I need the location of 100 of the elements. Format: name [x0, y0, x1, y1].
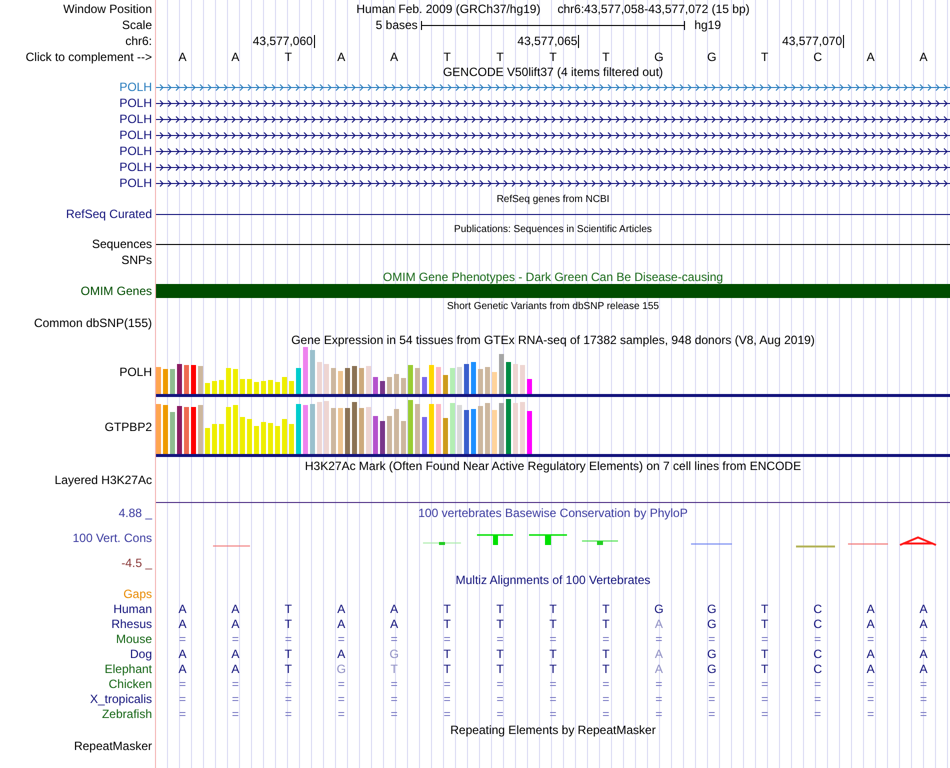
track-title: Multiz Alignments of 100 Vertebrates: [456, 573, 650, 587]
aligned-base: A: [654, 646, 663, 660]
aligned-base: =: [496, 632, 504, 646]
aligned-base: G: [336, 662, 346, 676]
gene-label[interactable]: POLH: [119, 160, 152, 174]
base-letter: G: [707, 50, 716, 64]
aligned-base: =: [390, 632, 398, 646]
gene-label[interactable]: GTPBP2: [104, 420, 152, 434]
track-label[interactable]: OMIM Genes: [80, 284, 152, 298]
aligned-base: A: [178, 616, 186, 630]
aligned-base: =: [284, 692, 292, 706]
complement-link[interactable]: Click to complement -->: [26, 50, 152, 64]
base-letter: G: [654, 50, 664, 64]
aligned-base: =: [338, 706, 345, 720]
track-label[interactable]: SNPs: [121, 252, 152, 266]
gene-label[interactable]: POLH: [119, 144, 152, 158]
aligned-base: C: [813, 662, 822, 676]
aligned-base: =: [602, 692, 610, 706]
aligned-base: T: [496, 602, 504, 616]
assembly-name: Human Feb. 2009 (GRCh37/hg19): [356, 2, 540, 16]
aligned-base: =: [549, 706, 556, 720]
aligned-base: =: [338, 632, 345, 646]
aligned-base: =: [284, 676, 292, 690]
base-letter: T: [549, 50, 557, 64]
gene-label[interactable]: POLH: [119, 128, 152, 142]
aligned-base: T: [602, 646, 610, 660]
base-letter: T: [496, 50, 504, 64]
aligned-base: =: [655, 706, 662, 720]
gene-label[interactable]: POLH: [119, 176, 152, 190]
species-label[interactable]: Chicken: [108, 676, 152, 690]
aligned-base: A: [390, 602, 398, 616]
aligned-base: T: [602, 602, 610, 616]
track-label[interactable]: Sequences: [92, 237, 152, 251]
aligned-base: =: [444, 632, 451, 646]
track-label[interactable]: RepeatMasker: [74, 738, 152, 752]
aligned-base: =: [390, 692, 398, 706]
aligned-base: =: [655, 632, 662, 646]
species-label[interactable]: Elephant: [104, 662, 152, 676]
species-label[interactable]: Dog: [130, 646, 152, 660]
species-label[interactable]: Mouse: [116, 632, 152, 646]
aligned-base: A: [390, 616, 398, 630]
aligned-base: =: [655, 692, 662, 706]
aligned-base: T: [549, 616, 557, 630]
aligned-base: =: [496, 676, 504, 690]
aligned-base: A: [231, 662, 240, 676]
gene-label[interactable]: POLH: [119, 96, 152, 110]
base-letter: A: [231, 50, 240, 64]
track-title: H3K27Ac Mark (Often Found Near Active Regulatory Elements) on 7 cell lines from ENCODE: [304, 459, 802, 473]
track-label[interactable]: Common dbSNP(155): [34, 316, 152, 330]
aligned-base: A: [231, 616, 240, 630]
conservation-score-mark: [477, 534, 513, 545]
aligned-base: =: [549, 632, 556, 646]
aligned-base: =: [602, 676, 610, 690]
aligned-base: =: [549, 676, 556, 690]
aligned-base: =: [867, 632, 874, 646]
aligned-base: T: [496, 646, 504, 660]
aligned-base: T: [761, 646, 768, 660]
aligned-base: =: [814, 632, 822, 646]
gene-label[interactable]: POLH: [119, 112, 152, 126]
aligned-base: T: [496, 662, 504, 676]
aligned-base: =: [867, 692, 874, 706]
aligned-base: T: [443, 646, 451, 660]
row-label: Scale: [122, 18, 152, 32]
aligned-base: A: [920, 616, 928, 630]
aligned-base: =: [708, 676, 716, 690]
track-title: GENCODE V50lift37 (4 items filtered out): [442, 65, 664, 79]
aligned-base: T: [284, 616, 292, 630]
gene-label[interactable]: POLH: [119, 365, 152, 379]
track-label[interactable]: 100 Vert. Cons: [72, 531, 152, 545]
species-label[interactable]: Human: [113, 602, 152, 616]
aligned-base: =: [178, 632, 186, 646]
base-letter: A: [866, 50, 875, 64]
species-label[interactable]: Zebrafish: [102, 706, 152, 720]
aligned-base: T: [390, 662, 398, 676]
aligned-base: T: [284, 646, 292, 660]
aligned-base: =: [338, 692, 345, 706]
aligned-base: A: [866, 602, 875, 616]
track-title: Gene Expression in 54 tissues from GTEx RNA-seq of 17382 samples, 948 donors (V8, Aug 2019): [291, 333, 815, 347]
track-label[interactable]: Layered H3K27Ac: [54, 473, 152, 487]
aligned-base: T: [761, 616, 768, 630]
track-title: OMIM Gene Phenotypes - Dark Green Can Be Disease-causing: [382, 270, 724, 284]
aligned-base: A: [920, 662, 928, 676]
gene-label[interactable]: POLH: [119, 80, 152, 94]
species-label[interactable]: X_tropicalis: [90, 692, 152, 706]
track-title: Short Genetic Variants from dbSNP release 155: [447, 300, 659, 314]
aligned-base: A: [231, 646, 240, 660]
aligned-base: =: [814, 692, 822, 706]
row-label: Window Position: [63, 2, 152, 16]
aligned-base: =: [444, 706, 451, 720]
aligned-base: =: [178, 692, 186, 706]
aligned-base: =: [761, 692, 768, 706]
species-label[interactable]: Rhesus: [111, 616, 152, 630]
aligned-base: =: [814, 706, 822, 720]
track-label[interactable]: RefSeq Curated: [66, 207, 152, 221]
aligned-base: A: [654, 616, 663, 630]
aligned-base: A: [920, 646, 928, 660]
aligned-base: =: [761, 706, 768, 720]
conservation-score-mark: [796, 546, 835, 548]
aligned-base: =: [761, 676, 768, 690]
aligned-base: A: [337, 616, 346, 630]
